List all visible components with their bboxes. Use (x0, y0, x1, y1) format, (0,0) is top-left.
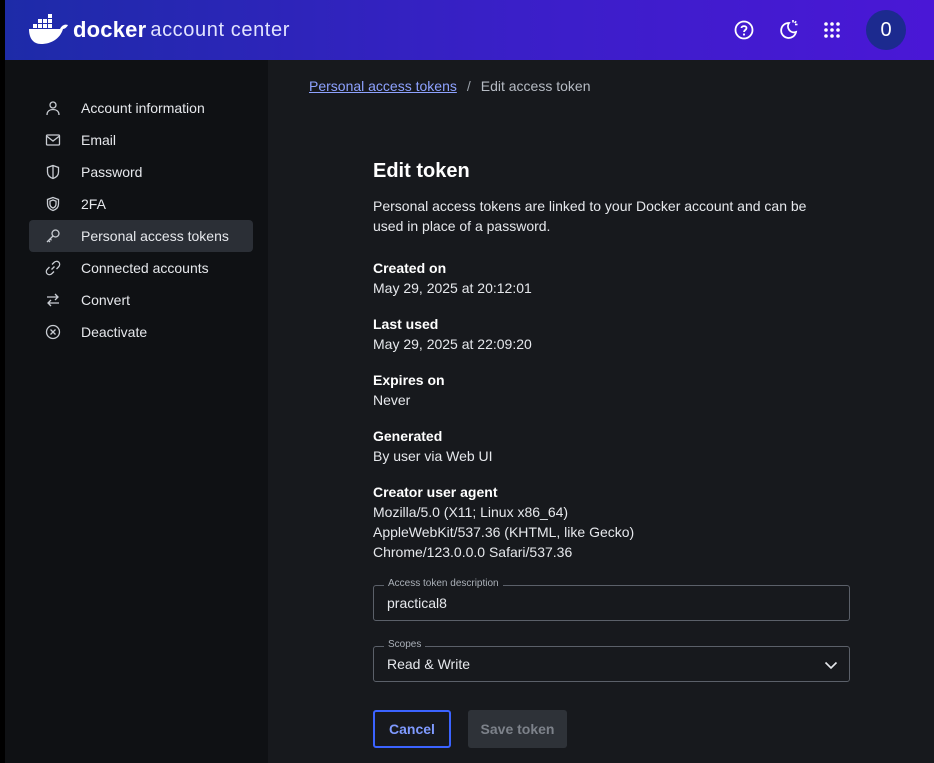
brand-name: docker (73, 17, 147, 42)
help-icon[interactable] (732, 18, 756, 42)
sidebar-item-password[interactable]: Password (29, 156, 253, 188)
top-header: docker account center 0 (5, 0, 934, 60)
expires-on-field: Expires on Never (373, 370, 850, 410)
user-agent-line: Mozilla/5.0 (X11; Linux x86_64) (373, 504, 569, 520)
expires-on-label: Expires on (373, 372, 445, 388)
form-actions: Cancel Save token (373, 710, 850, 748)
double-shield-icon (45, 196, 61, 212)
sidebar-item-label: Account information (81, 100, 205, 116)
generated-label: Generated (373, 428, 443, 444)
sidebar-nav: Account information Email Password 2FA P… (5, 60, 268, 763)
edit-token-form: Edit token Personal access tokens are li… (373, 160, 850, 748)
brand-logo[interactable]: docker account center (27, 14, 290, 46)
generated-value: By user via Web UI (373, 448, 493, 464)
sidebar-item-label: Deactivate (81, 324, 148, 340)
access-token-description-label: Access token description (384, 578, 503, 589)
created-on-field: Created on May 29, 2025 at 20:12:01 (373, 258, 850, 298)
shield-icon (45, 164, 61, 180)
scopes-select[interactable]: Scopes Read & Write (373, 639, 850, 682)
sidebar-item-deactivate[interactable]: Deactivate (29, 316, 253, 348)
cancel-button[interactable]: Cancel (373, 710, 451, 748)
sidebar-item-convert[interactable]: Convert (29, 284, 253, 316)
created-on-label: Created on (373, 260, 447, 276)
breadcrumb: Personal access tokens / Edit access tok… (309, 78, 590, 94)
user-agent-line: Chrome/123.0.0.0 Safari/537.36 (373, 544, 573, 560)
theme-toggle-icon[interactable] (776, 18, 800, 42)
apps-grid-icon[interactable] (820, 18, 844, 42)
breadcrumb-separator: / (466, 78, 471, 94)
user-icon (45, 100, 61, 116)
user-avatar[interactable]: 0 (866, 10, 906, 50)
sidebar-item-label: Convert (81, 292, 131, 308)
last-used-field: Last used May 29, 2025 at 22:09:20 (373, 314, 850, 354)
swap-icon (45, 292, 61, 308)
breadcrumb-current: Edit access token (480, 78, 591, 94)
link-icon (45, 260, 61, 276)
chevron-down-icon (824, 661, 838, 670)
sidebar-item-email[interactable]: Email (29, 124, 253, 156)
token-details: Created on May 29, 2025 at 20:12:01 Last… (373, 258, 850, 562)
save-token-button[interactable]: Save token (468, 710, 567, 748)
user-agent-line: AppleWebKit/537.36 (KHTML, like Gecko) (373, 524, 635, 540)
sidebar-item-personal-access-tokens[interactable]: Personal access tokens (29, 220, 253, 252)
created-on-value: May 29, 2025 at 20:12:01 (373, 280, 532, 296)
sidebar-item-label: Email (81, 132, 117, 148)
last-used-label: Last used (373, 316, 439, 332)
access-token-description-value: practical8 (387, 595, 447, 611)
sidebar-item-label: Personal access tokens (81, 228, 229, 244)
cancel-circle-icon (45, 324, 61, 340)
sidebar-item-label: Connected accounts (81, 260, 209, 276)
sidebar-item-label: 2FA (81, 196, 106, 212)
page-description: Personal access tokens are linked to you… (373, 198, 807, 234)
scopes-label: Scopes (384, 639, 426, 650)
sidebar-item-label: Password (81, 164, 143, 180)
access-token-description-input[interactable]: Access token description practical8 (373, 578, 850, 621)
sidebar-item-connected-accounts[interactable]: Connected accounts (29, 252, 253, 284)
sidebar-item-account-information[interactable]: Account information (29, 92, 253, 124)
header-actions: 0 (712, 0, 906, 60)
sidebar-item-2fa[interactable]: 2FA (29, 188, 253, 220)
brand-subtitle: account center (150, 18, 290, 41)
last-used-value: May 29, 2025 at 22:09:20 (373, 336, 532, 352)
creator-user-agent-field: Creator user agent Mozilla/5.0 (X11; Lin… (373, 482, 850, 562)
mail-icon (45, 132, 61, 148)
key-icon (45, 228, 61, 244)
expires-on-value: Never (373, 392, 411, 408)
breadcrumb-link-personal-access-tokens[interactable]: Personal access tokens (309, 78, 457, 94)
scopes-value: Read & Write (387, 656, 470, 672)
main-content: Personal access tokens / Edit access tok… (268, 60, 934, 763)
docker-whale-icon (29, 14, 68, 44)
creator-user-agent-label: Creator user agent (373, 484, 498, 500)
page-title: Edit token (373, 160, 470, 182)
generated-field: Generated By user via Web UI (373, 426, 850, 466)
